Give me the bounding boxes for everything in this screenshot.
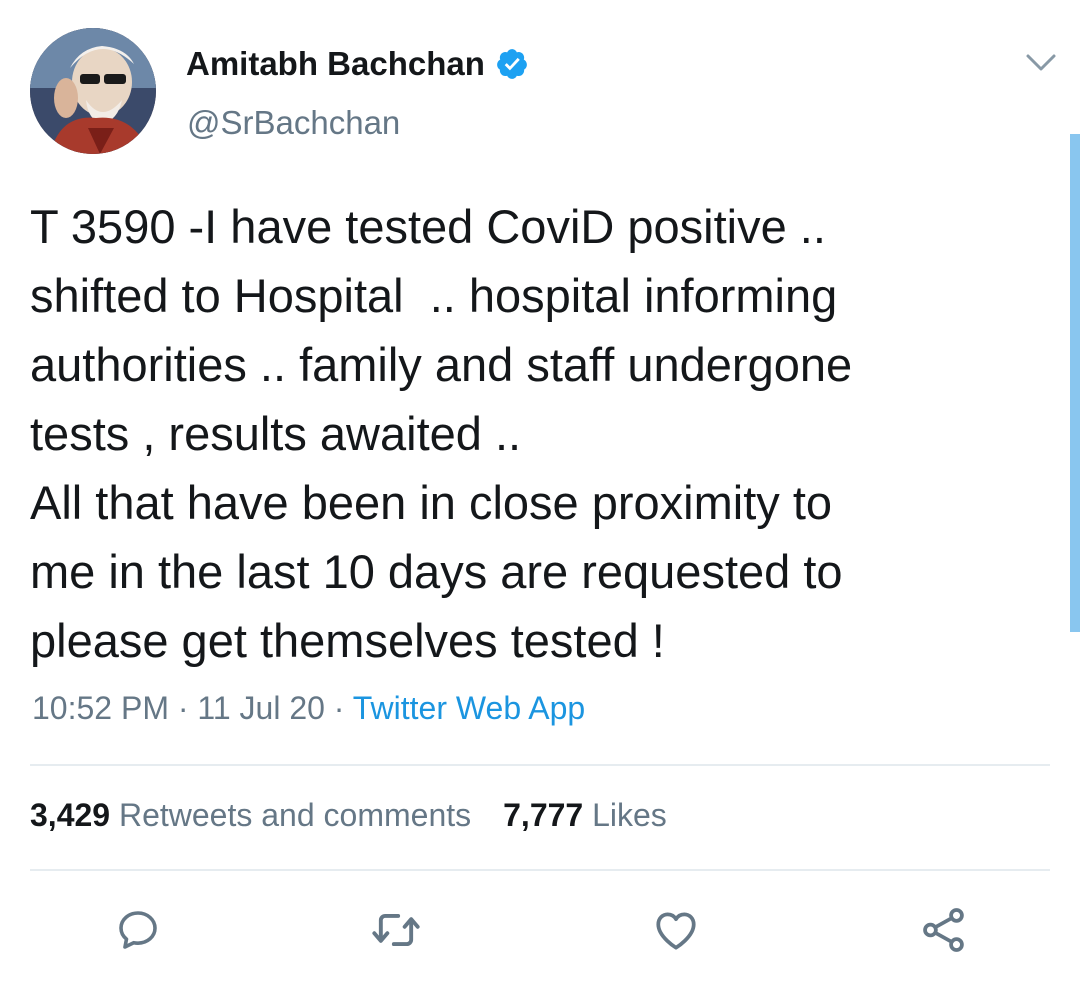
tweet-date[interactable]: 11 Jul 20 xyxy=(197,690,325,726)
heart-icon xyxy=(656,912,696,950)
tweet-line: shifted to Hospital .. hospital informin… xyxy=(30,269,838,322)
tweet-line: T 3590 -I have tested CoviD positive .. xyxy=(30,200,826,253)
scrollbar-thumb[interactable] xyxy=(1070,134,1080,632)
tweet-line: me in the last 10 days are requested to xyxy=(30,545,843,598)
retweets-count: 3,429 xyxy=(30,797,111,833)
share-icon xyxy=(923,908,964,952)
reply-button[interactable] xyxy=(110,902,166,958)
retweet-icon xyxy=(372,913,420,947)
retweets-label: Retweets and comments xyxy=(118,797,472,833)
tweet-time[interactable]: 10:52 PM xyxy=(32,690,169,726)
chevron-down-icon[interactable] xyxy=(1024,50,1058,76)
tweet-line: tests , results awaited .. xyxy=(30,407,522,460)
tweet-source-link[interactable]: Twitter Web App xyxy=(353,690,585,726)
likes-count: 7,777 xyxy=(503,797,584,833)
tweet-meta: 10:52 PM · 11 Jul 20 · Twitter Web App xyxy=(32,690,585,727)
divider xyxy=(30,869,1050,871)
tweet-stats: 3,429 Retweets and comments 7,777 Likes xyxy=(30,797,667,834)
tweet-line: All that have been in close proximity to xyxy=(30,476,833,529)
avatar[interactable] xyxy=(30,28,156,154)
like-button[interactable] xyxy=(648,902,704,958)
author-name[interactable]: Amitabh Bachchan xyxy=(186,45,485,83)
meta-separator: · xyxy=(168,690,198,726)
likes-stat[interactable]: 7,777 Likes xyxy=(503,797,667,833)
author-handle[interactable]: @SrBachchan xyxy=(187,104,400,142)
reply-icon xyxy=(119,911,157,949)
divider xyxy=(30,764,1050,766)
tweet-text: T 3590 -I have tested CoviD positive .. … xyxy=(30,192,1060,675)
tweet-line: please get themselves tested ! xyxy=(30,614,665,667)
likes-label: Likes xyxy=(592,797,667,833)
meta-separator: · xyxy=(324,690,353,726)
share-button[interactable] xyxy=(916,902,972,958)
tweet-line: authorities .. family and staff undergon… xyxy=(30,338,853,391)
action-bar xyxy=(0,902,1080,958)
retweets-stat[interactable]: 3,429 Retweets and comments xyxy=(30,797,471,833)
retweet-button[interactable] xyxy=(368,902,424,958)
verified-badge-icon xyxy=(497,49,527,79)
